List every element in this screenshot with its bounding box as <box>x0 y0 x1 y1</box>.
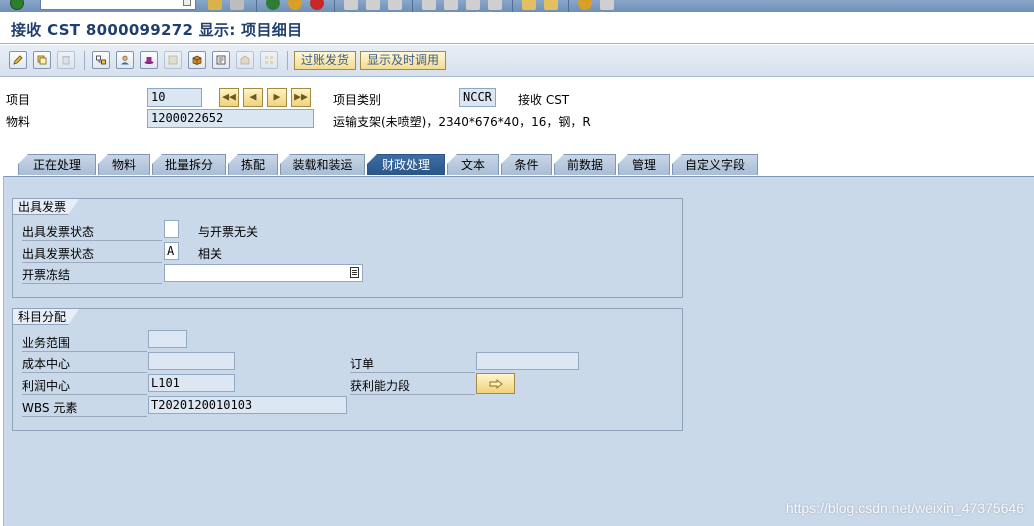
save-icon[interactable] <box>230 0 244 10</box>
profit-center-field[interactable]: L101 <box>148 374 235 392</box>
title-bar: 接收 CST 8000099272 显示: 项目细目 <box>0 13 1034 44</box>
back-green-icon[interactable] <box>266 0 280 10</box>
billing-block-label: 开票冻结 <box>22 266 162 284</box>
billing-status-field-2[interactable]: A <box>164 242 179 260</box>
tab-preceding-data[interactable]: 前数据 <box>554 154 616 175</box>
tab-custom-fields[interactable]: 自定义字段 <box>672 154 758 175</box>
tab-financial-processing[interactable]: 财政处理 <box>367 154 445 175</box>
find-next-icon[interactable] <box>388 0 402 10</box>
item-field[interactable]: 10 <box>147 88 202 107</box>
tab-texts[interactable]: 文本 <box>447 154 499 175</box>
output-icon[interactable] <box>164 51 182 69</box>
next-icon: ▶ <box>273 92 281 102</box>
partner-icon[interactable] <box>116 51 134 69</box>
account-assignment-group: 科目分配 业务范围 成本中心 订单 利润中心 L101 获利能力段 WBS 元素… <box>12 308 683 431</box>
new-session-icon[interactable] <box>522 0 536 10</box>
cancel-icon[interactable] <box>310 0 324 10</box>
display-timely-call-button[interactable]: 显示及时调用 <box>360 51 447 70</box>
billing-status-description: 与开票无关 <box>198 225 259 239</box>
print-icon[interactable] <box>344 0 358 10</box>
next-page-icon[interactable] <box>466 0 480 10</box>
material-label: 物料 <box>6 115 31 129</box>
billing-status-field[interactable] <box>164 220 179 238</box>
post-goods-issue-button[interactable]: 过账发货 <box>294 51 357 70</box>
tab-loading-shipping[interactable]: 装载和装运 <box>280 154 365 175</box>
document-flow-icon[interactable] <box>92 51 110 69</box>
cost-center-label: 成本中心 <box>22 355 147 373</box>
prev-page-icon[interactable] <box>444 0 458 10</box>
material-field[interactable]: 1200022652 <box>147 109 314 128</box>
tab-administration[interactable]: 管理 <box>618 154 670 175</box>
shortcut-icon[interactable] <box>544 0 558 10</box>
grid-icon[interactable] <box>260 51 278 69</box>
wbs-element-label: WBS 元素 <box>22 399 147 417</box>
billing-status-label-2: 出具发票状态 <box>22 245 162 263</box>
order-label: 订单 <box>350 355 475 373</box>
last-item-button[interactable]: ▶▶ <box>291 88 311 107</box>
delete-trash-icon[interactable] <box>57 51 75 69</box>
profitability-segment-button[interactable] <box>476 373 515 394</box>
business-area-field[interactable] <box>148 330 187 348</box>
tab-batch-split[interactable]: 批量拆分 <box>152 154 226 175</box>
billing-group-title: 出具发票 <box>13 199 80 215</box>
billing-block-field[interactable] <box>164 264 363 282</box>
tab-strip: 正在处理 物料 批量拆分 拣配 装载和装运 财政处理 文本 条件 前数据 管理 … <box>0 154 1034 176</box>
order-field[interactable] <box>476 352 579 370</box>
find-icon[interactable] <box>366 0 380 10</box>
application-toolbar: 过账发货 显示及时调用 <box>0 45 1034 77</box>
page-title: 接收 CST 8000099272 显示: 项目细目 <box>11 21 303 39</box>
profit-center-label: 利润中心 <box>22 377 147 395</box>
layout-icon[interactable] <box>600 0 614 10</box>
package-icon[interactable] <box>188 51 206 69</box>
back-icon[interactable] <box>208 0 222 10</box>
first-icon: ◀◀ <box>222 92 236 102</box>
first-page-icon[interactable] <box>422 0 436 10</box>
copy-structure-icon[interactable] <box>33 51 51 69</box>
help-icon[interactable] <box>578 0 592 10</box>
tab-material[interactable]: 物料 <box>98 154 150 175</box>
last-icon: ▶▶ <box>294 92 308 102</box>
value-help-icon[interactable] <box>350 267 359 278</box>
texts-icon[interactable] <box>212 51 230 69</box>
billing-status-description-2: 相关 <box>198 247 223 261</box>
system-toolbar <box>0 0 1034 12</box>
cost-center-field[interactable] <box>148 352 235 370</box>
wbs-element-field[interactable]: T2020120010103 <box>148 396 347 414</box>
exit-icon[interactable] <box>288 0 302 10</box>
last-page-icon[interactable] <box>488 0 502 10</box>
history-icon[interactable] <box>183 0 191 6</box>
billing-group: 出具发票 出具发票状态 与开票无关 出具发票状态 A 相关 开票冻结 <box>12 198 683 298</box>
item-category-label: 项目类别 <box>333 93 382 107</box>
tab-picking[interactable]: 拣配 <box>228 154 278 175</box>
item-label: 项目 <box>6 93 31 107</box>
next-item-button[interactable]: ▶ <box>267 88 287 107</box>
profitability-segment-label: 获利能力段 <box>350 377 475 395</box>
first-item-button[interactable]: ◀◀ <box>219 88 239 107</box>
enter-icon[interactable] <box>10 0 24 10</box>
tab-content-panel: 出具发票 出具发票状态 与开票无关 出具发票状态 A 相关 开票冻结 科目分配 … <box>3 176 1034 526</box>
material-description: 运输支架(未喷塑)，2340*676*40，16，钢，R <box>333 115 591 129</box>
arrow-right-icon <box>489 378 503 389</box>
previous-icon: ◀ <box>249 92 257 102</box>
item-header: 项目 10 ◀◀ ◀ ▶ ▶▶ 项目类别 NCCR 接收 CST 物料 1200… <box>0 78 1034 158</box>
command-field[interactable] <box>40 0 196 10</box>
tab-conditions[interactable]: 条件 <box>501 154 552 175</box>
edit-pencil-icon[interactable] <box>9 51 27 69</box>
conditions-icon[interactable] <box>236 51 254 69</box>
item-category-description: 接收 CST <box>518 93 570 107</box>
tab-processing[interactable]: 正在处理 <box>18 154 96 175</box>
business-area-label: 业务范围 <box>22 334 147 352</box>
watermark: https://blog.csdn.net/weixin_47375646 <box>785 500 1024 516</box>
status-hat-icon[interactable] <box>140 51 158 69</box>
item-category-field[interactable]: NCCR <box>459 88 496 107</box>
account-assignment-group-title: 科目分配 <box>13 309 80 325</box>
billing-status-label: 出具发票状态 <box>22 223 162 241</box>
previous-item-button[interactable]: ◀ <box>243 88 263 107</box>
